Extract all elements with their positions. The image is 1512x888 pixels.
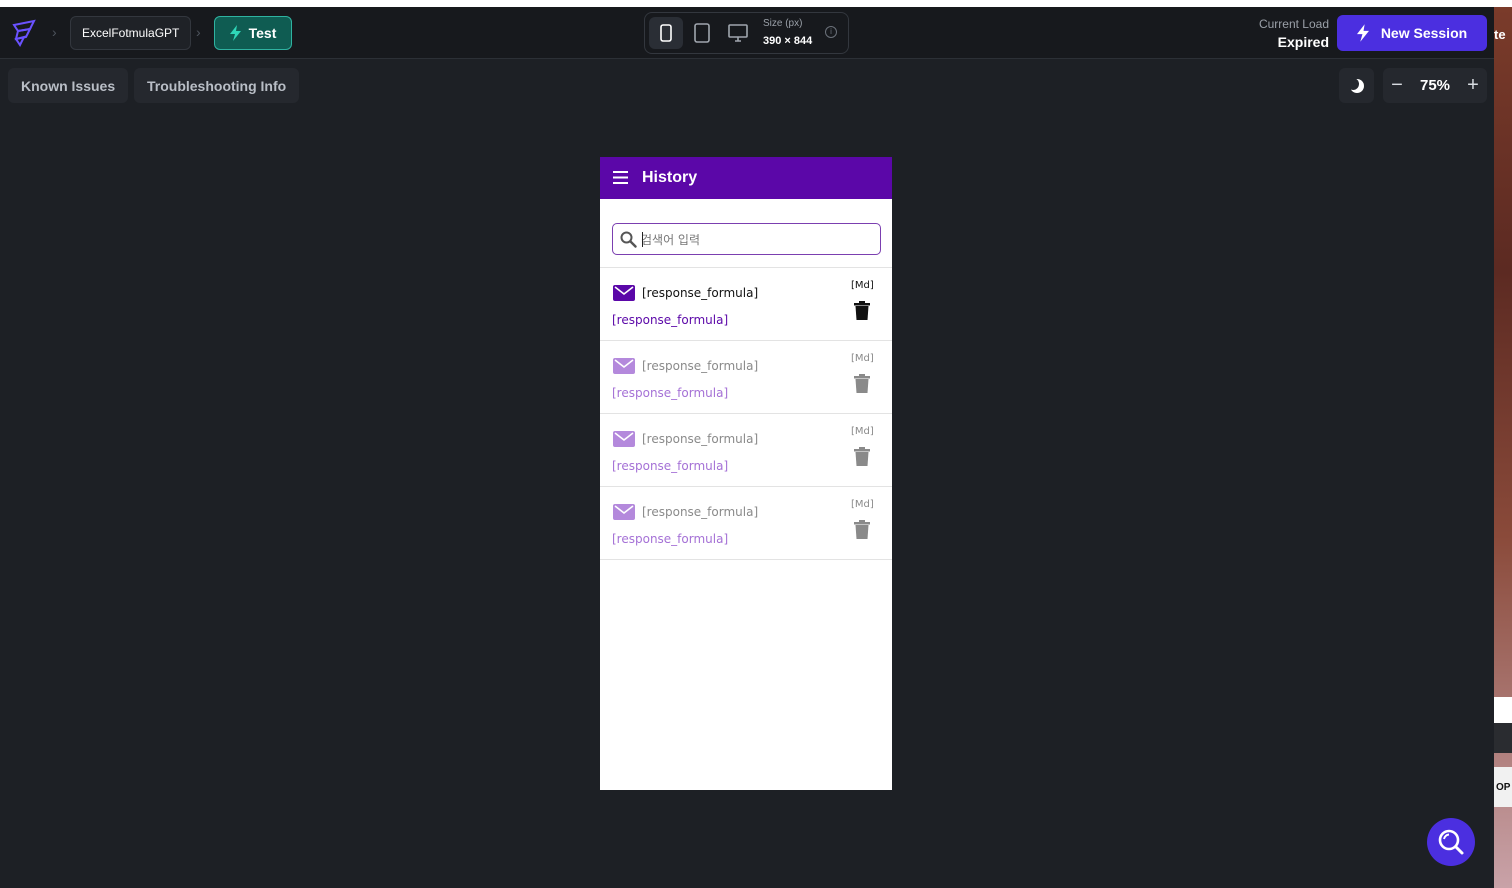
list-item-subtitle: [response_formula] [612,532,729,546]
mail-icon [613,504,635,520]
list-item-subtitle: [response_formula] [612,386,729,400]
list-item-tag: [Md] [851,280,874,291]
size-value: 390 × 844 [763,35,813,47]
page-title: History [642,169,698,186]
mail-icon [613,285,635,301]
background-window-edge: te OP [1494,7,1512,888]
moon-icon [1348,77,1364,93]
zoom-out-button[interactable]: − [1387,74,1407,96]
browser-top-strip [0,0,1512,7]
list-item[interactable]: [response_formula] [response_formula] [M… [600,414,892,487]
phone-icon [660,24,672,42]
list-item-tag: [Md] [851,426,874,437]
list-item[interactable]: [response_formula] [response_formula] [M… [600,341,892,414]
header-bar: › ExcelFotmulaGPT › Test Size (px) 390 ×… [0,7,1494,59]
zoom-control: − 75% + [1383,68,1487,103]
list-item-subtitle: [response_formula] [612,459,729,473]
hamburger-menu-icon[interactable] [613,171,628,184]
list-item-subtitle: [response_formula] [612,313,729,327]
current-load-label: Current Load [1258,17,1329,31]
test-mode-badge[interactable]: Test [214,16,292,50]
app-bar: History [600,157,892,199]
list-item[interactable]: [response_formula] [response_formula] [M… [600,268,892,341]
zoom-in-button[interactable]: + [1463,74,1483,96]
current-load-value: Expired [1277,34,1329,50]
bolt-icon [1356,24,1369,42]
tablet-icon [694,23,710,43]
new-session-label: New Session [1380,25,1468,41]
list-item-title: [response_formula] [642,359,759,373]
edge-text-top: te [1494,27,1506,42]
edge-text-bottom: OP [1494,767,1512,807]
zoom-level: 75% [1419,77,1451,94]
info-icon[interactable]: i [825,26,837,38]
list-item-title: [response_formula] [642,505,759,519]
list-item-tag: [Md] [851,499,874,510]
search-icon [620,231,637,248]
trash-icon[interactable] [854,447,870,466]
flutterflow-logo-icon[interactable] [10,19,38,47]
theme-toggle-button[interactable] [1339,68,1374,103]
mail-icon [613,431,635,447]
desktop-device-button[interactable] [721,17,755,49]
trash-icon[interactable] [854,520,870,539]
chevron-right-icon: › [52,24,57,40]
tablet-device-button[interactable] [685,17,719,49]
device-selector: Size (px) 390 × 844 i [644,12,849,54]
desktop-icon [728,24,748,42]
mail-icon [613,358,635,374]
trash-icon[interactable] [854,374,870,393]
app-window: › ExcelFotmulaGPT › Test Size (px) 390 ×… [0,7,1494,888]
troubleshooting-info-button[interactable]: Troubleshooting Info [134,68,300,103]
help-search-button[interactable] [1427,818,1475,866]
new-session-button[interactable]: New Session [1337,15,1487,51]
search-input[interactable] [641,230,873,250]
list-item[interactable]: [response_formula] [response_formula] [M… [600,487,892,560]
list-item-title: [response_formula] [642,286,759,300]
text-caret [642,232,643,247]
trash-icon[interactable] [854,301,870,320]
list-item-title: [response_formula] [642,432,759,446]
bolt-icon [229,25,241,41]
phone-device-button[interactable] [649,17,683,49]
test-mode-label: Test [248,25,277,41]
size-label: Size (px) [763,18,803,29]
project-breadcrumb[interactable]: ExcelFotmulaGPT [70,16,192,50]
phone-preview: History [response_formula] [response_for… [600,157,892,790]
known-issues-button[interactable]: Known Issues [8,68,129,103]
list-item-tag: [Md] [851,353,874,364]
search-icon [1438,829,1464,855]
chevron-right-icon: › [196,24,201,40]
search-box[interactable] [612,223,881,255]
